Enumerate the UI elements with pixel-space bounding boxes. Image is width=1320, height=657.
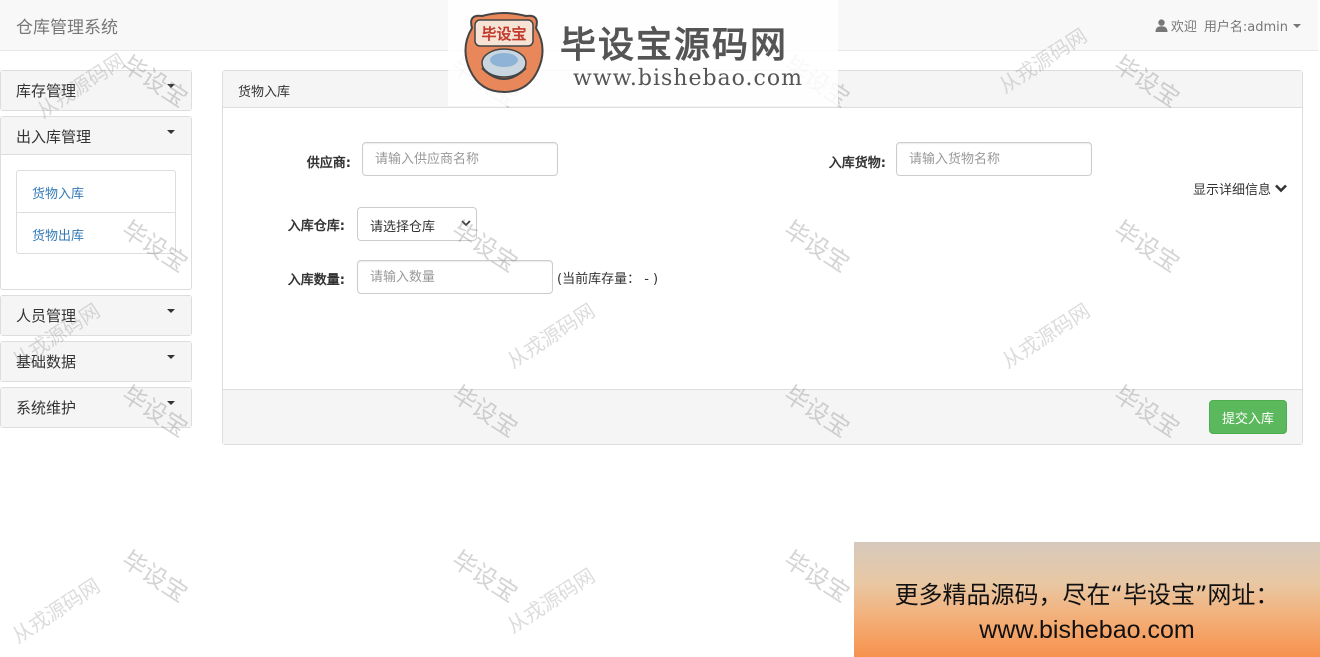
logo-badge-text: 毕设宝 [481, 25, 526, 43]
supplier-label: 供应商: [306, 156, 351, 171]
watermark: 毕设宝 [446, 545, 523, 608]
user-icon [1155, 19, 1168, 32]
sidebar-head-label: 基础数据 [16, 353, 77, 371]
logo-name: 毕设宝源码网 [560, 25, 789, 66]
watermark: 毕设宝 [778, 545, 855, 608]
sidebar-head-maintenance[interactable]: 系统维护 [1, 388, 191, 427]
warehouse-label: 入库仓库: [287, 219, 345, 234]
show-details-toggle[interactable]: 显示详细信息 [1193, 179, 1287, 198]
show-details-label: 显示详细信息 [1192, 183, 1271, 198]
submit-in-button[interactable]: 提交入库 [1208, 400, 1287, 434]
caret-down-icon [167, 84, 175, 88]
supplier-input[interactable] [362, 142, 558, 176]
sidebar-head-inventory[interactable]: 库存管理 [1, 71, 191, 110]
username-text: 用户名:admin [1203, 20, 1288, 35]
current-stock-text: (当前库存量： - ) [557, 272, 659, 287]
chevron-down-icon [1275, 184, 1287, 193]
sidebar-item-goods-out[interactable]: 货物出库 [17, 212, 175, 253]
sidebar: 库存管理 出入库管理 货物入库 货物出库 人员管理 基础数据 系统维护 [0, 70, 192, 433]
sidebar-submenu: 货物入库 货物出库 [16, 170, 176, 254]
watermark: 从戎源码网 [7, 573, 105, 649]
app-brand[interactable]: 仓库管理系统 [16, 13, 118, 38]
panel-footer: 提交入库 [223, 389, 1302, 444]
ad-line1: 更多精品源码，尽在“毕设宝”网址： [894, 581, 1280, 609]
watermark: 毕设宝 [116, 545, 193, 608]
caret-down-icon [167, 130, 175, 134]
caret-down-icon [167, 401, 175, 405]
warehouse-select-value: 请选择仓库 [370, 220, 436, 235]
ad-url: www.bishebao.com [979, 616, 1195, 644]
user-menu[interactable]: 欢迎 用户名:admin [1155, 16, 1301, 35]
sidebar-group-personnel: 人员管理 [0, 295, 192, 336]
sidebar-head-label: 系统维护 [16, 399, 77, 417]
goods-in-panel: 货物入库 供应商: 入库货物: 显示详细信息 入库仓库: 请选择仓库 入库数量:… [222, 70, 1303, 445]
quantity-label: 入库数量: [287, 273, 345, 288]
sidebar-head-label: 出入库管理 [16, 128, 92, 146]
sidebar-head-personnel[interactable]: 人员管理 [1, 296, 191, 335]
ad-banner[interactable]: 更多精品源码，尽在“毕设宝”网址： www.bishebao.com [854, 542, 1320, 657]
warehouse-select[interactable]: 请选择仓库 [357, 207, 477, 241]
sidebar-group-maintenance: 系统维护 [0, 387, 192, 428]
watermark: 从戎源码网 [502, 563, 600, 639]
sidebar-head-inout[interactable]: 出入库管理 [1, 117, 191, 155]
sidebar-head-basic-data[interactable]: 基础数据 [1, 342, 191, 381]
goods-label: 入库货物: [828, 156, 886, 171]
sidebar-group-body: 货物入库 货物出库 [1, 155, 191, 289]
chevron-down-icon [461, 220, 471, 227]
caret-down-icon [167, 309, 175, 313]
site-logo: 毕设宝 毕设宝源码网 www.bishebao.com [448, 0, 838, 106]
logo-url: www.bishebao.com [573, 66, 803, 91]
sidebar-group-basic-data: 基础数据 [0, 341, 192, 382]
sidebar-group-inout: 出入库管理 货物入库 货物出库 [0, 116, 192, 290]
sidebar-head-label: 库存管理 [16, 82, 77, 100]
logo-badge: 毕设宝 [464, 12, 544, 94]
quantity-input[interactable] [357, 260, 553, 294]
chevron-down-icon [1293, 23, 1301, 28]
caret-down-icon [167, 355, 175, 359]
welcome-text: 欢迎 [1170, 20, 1197, 35]
sidebar-group-inventory: 库存管理 [0, 70, 192, 111]
sidebar-item-goods-in[interactable]: 货物入库 [17, 171, 175, 212]
sidebar-head-label: 人员管理 [16, 307, 77, 325]
goods-input[interactable] [896, 142, 1092, 176]
